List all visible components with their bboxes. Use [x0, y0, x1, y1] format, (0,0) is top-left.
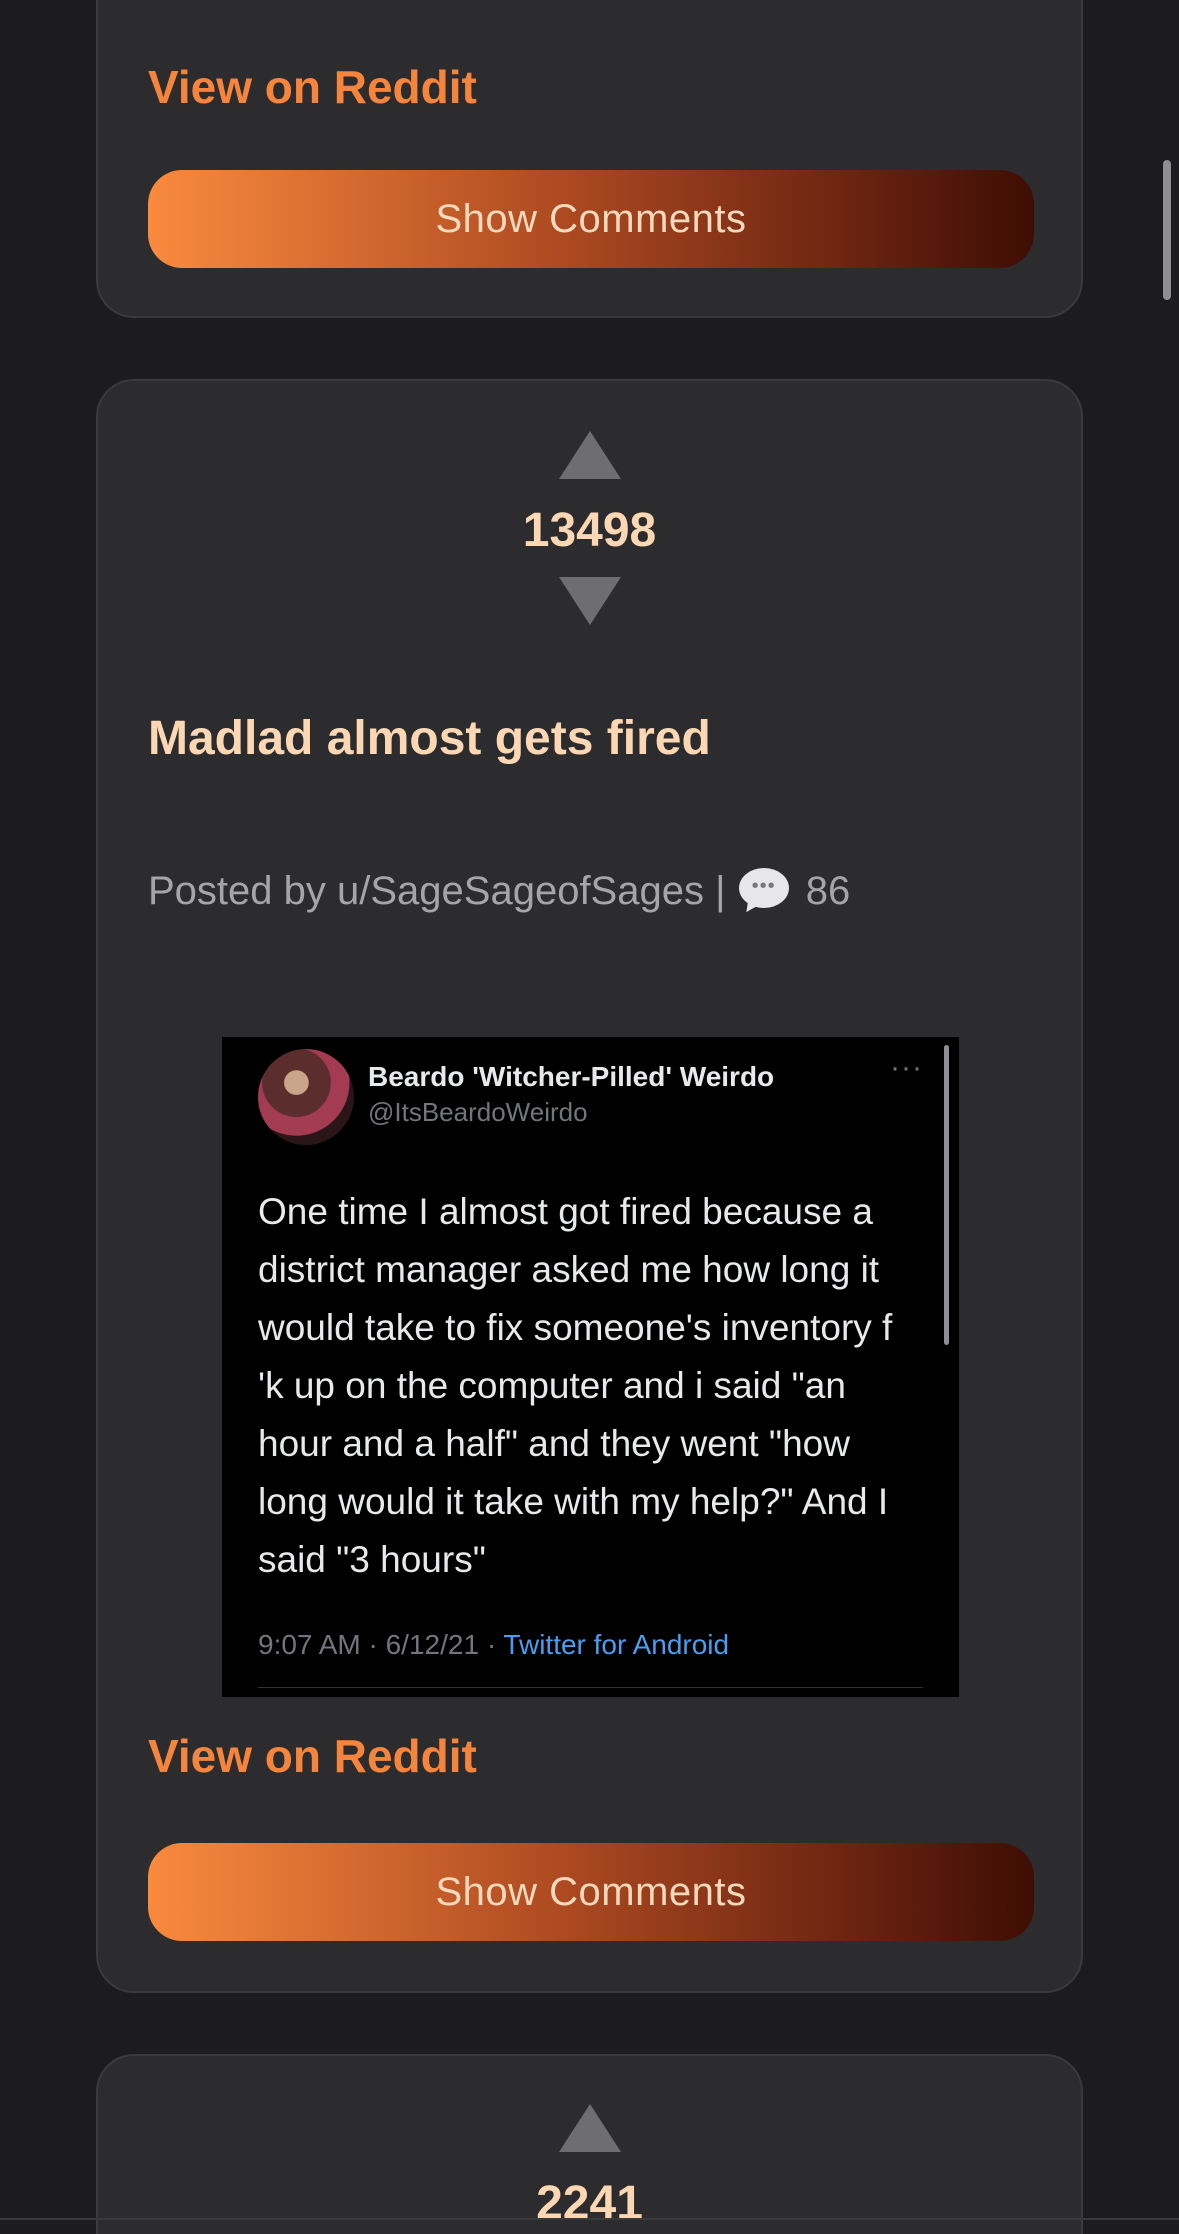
vote-control: 2241 — [98, 2104, 1081, 2232]
post-title: Madlad almost gets fired — [148, 712, 711, 765]
tweet-author-name: Beardo 'Witcher-Pilled' Weirdo — [368, 1061, 775, 1092]
post-score: 2241 — [536, 2177, 643, 2230]
show-comments-button[interactable]: Show Comments — [148, 170, 1034, 268]
post-meta: Posted by u/SageSageofSages | ••• 86 — [148, 868, 851, 917]
post-card: 13498 Madlad almost gets fired Posted by… — [96, 379, 1083, 1993]
tweet-scrollbar — [944, 1045, 949, 1345]
tweet-footer: 9:07 AM · 6/12/21 · Twitter for Android — [258, 1629, 729, 1661]
page-scrollbar[interactable] — [1163, 160, 1171, 300]
tweet-avatar — [258, 1049, 354, 1145]
tweet-source: Twitter for Android — [503, 1629, 730, 1660]
post-author: Posted by u/SageSageofSages | — [148, 869, 726, 913]
next-post-card: 2241 — [96, 2054, 1083, 2234]
view-on-reddit-link[interactable]: View on Reddit — [148, 60, 477, 114]
show-comments-button[interactable]: Show Comments — [148, 1843, 1034, 1941]
more-options-icon: ··· — [890, 1051, 923, 1084]
downvote-icon[interactable] — [558, 577, 621, 625]
tweet-timestamp: 9:07 AM · 6/12/21 · — [258, 1629, 497, 1660]
bottom-divider — [0, 2218, 1179, 2220]
tweet-author-handle: @ItsBeardoWeirdo — [368, 1097, 588, 1127]
embedded-tweet-image[interactable]: Beardo 'Witcher-Pilled' Weirdo @ItsBeard… — [222, 1037, 959, 1697]
previous-post-card: View on Reddit Show Comments — [96, 0, 1083, 318]
view-on-reddit-link[interactable]: View on Reddit — [148, 1729, 477, 1783]
upvote-icon[interactable] — [558, 431, 621, 479]
comment-count: 86 — [805, 869, 851, 913]
vote-control: 13498 — [98, 431, 1081, 625]
post-score: 13498 — [522, 504, 657, 557]
upvote-icon[interactable] — [558, 2104, 621, 2152]
comment-bubble-icon: ••• — [738, 868, 789, 917]
tweet-divider — [258, 1687, 923, 1688]
tweet-text: One time I almost got fired because a di… — [258, 1191, 893, 1580]
